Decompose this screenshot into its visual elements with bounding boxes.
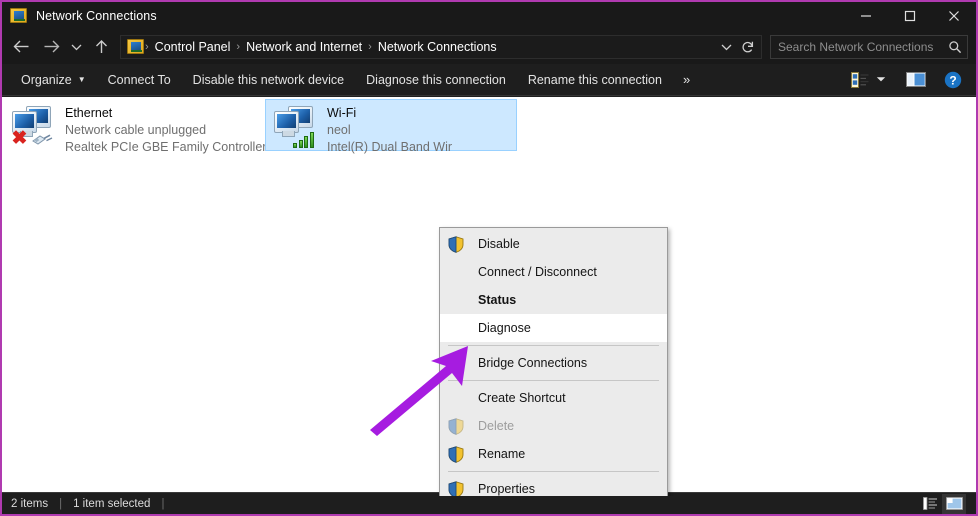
close-button[interactable] [932, 2, 976, 29]
diagnose-this-connection-button[interactable]: Diagnose this connection [355, 64, 517, 95]
list-item-wifi[interactable]: Wi-Fi neol Intel(R) Dual Band Wir [265, 99, 517, 151]
list-item-ethernet[interactable]: ✖ Ethernet Network cable unplugged Realt… [4, 100, 258, 152]
maximize-button[interactable] [888, 2, 932, 29]
command-overflow-button[interactable]: » [673, 64, 699, 95]
status-divider: | [161, 498, 164, 510]
menu-icon-slot-empty [448, 318, 474, 338]
tiles-view-icon[interactable] [942, 494, 966, 514]
menu-item-label: Bridge Connections [474, 356, 587, 370]
menu-item-bridge-connections[interactable]: Bridge Connections [440, 349, 667, 377]
chevron-down-icon: ▼ [78, 76, 86, 84]
menu-item-delete: Delete [440, 412, 667, 440]
control-panel-icon [127, 39, 143, 54]
shield-icon [448, 416, 474, 436]
change-view-chevron-down-icon[interactable] [874, 64, 894, 95]
search-box[interactable] [770, 35, 968, 59]
preview-pane-icon[interactable] [894, 64, 938, 95]
shield-icon [448, 444, 474, 464]
breadcrumb[interactable]: › Control Panel › Network and Internet ›… [120, 35, 762, 59]
signal-bars-icon [293, 130, 317, 148]
search-input[interactable] [771, 36, 943, 58]
title-bar: Network Connections [2, 2, 976, 29]
connection-status: Network cable unplugged [65, 122, 252, 139]
connect-to-button[interactable]: Connect To [97, 64, 182, 95]
menu-item-connect-disconnect[interactable]: Connect / Disconnect [440, 258, 667, 286]
context-menu: Disable Connect / Disconnect Status Diag… [439, 227, 668, 496]
network-connections-icon [10, 8, 27, 24]
connection-name: Wi-Fi [327, 105, 452, 122]
menu-icon-slot-empty [448, 290, 474, 310]
menu-item-label: Disable [474, 237, 520, 251]
change-view-icon[interactable] [846, 64, 874, 95]
menu-separator [448, 345, 659, 346]
menu-item-status[interactable]: Status [440, 286, 667, 314]
window-title: Network Connections [36, 9, 157, 23]
disable-device-label: Disable this network device [193, 73, 344, 87]
connection-adapter: Realtek PCIe GBE Family Controller [65, 139, 252, 156]
menu-item-label: Properties [474, 482, 535, 496]
breadcrumb-item-network-connections[interactable]: Network Connections [372, 40, 503, 54]
unplugged-cable-icon [31, 132, 53, 146]
connection-adapter: Intel(R) Dual Band Wir [327, 139, 452, 156]
breadcrumb-item-network-and-internet[interactable]: Network and Internet [240, 40, 368, 54]
wifi-adapter-icon [271, 104, 319, 148]
forward-arrow-icon[interactable] [36, 32, 66, 62]
menu-item-rename[interactable]: Rename [440, 440, 667, 468]
connection-status: neol [327, 122, 452, 139]
rename-this-connection-button[interactable]: Rename this connection [517, 64, 673, 95]
organize-label: Organize [21, 73, 72, 87]
organize-button[interactable]: Organize ▼ [10, 64, 97, 95]
shield-icon [448, 479, 474, 496]
details-view-icon[interactable] [918, 494, 942, 514]
shield-icon [448, 353, 474, 373]
wifi-text-block: Wi-Fi neol Intel(R) Dual Band Wir [327, 104, 452, 156]
search-icon[interactable] [943, 36, 967, 58]
menu-item-label: Diagnose [474, 321, 531, 335]
menu-item-properties[interactable]: Properties [440, 475, 667, 496]
disable-this-network-device-button[interactable]: Disable this network device [182, 64, 355, 95]
back-arrow-icon[interactable] [6, 32, 36, 62]
connection-name: Ethernet [65, 105, 252, 122]
menu-item-disable[interactable]: Disable [440, 230, 667, 258]
item-count-label: 2 items [11, 498, 48, 510]
explorer-window: Network Connections [0, 0, 978, 516]
svg-text:?: ? [949, 73, 956, 87]
shield-icon [448, 234, 474, 254]
menu-item-label: Create Shortcut [474, 391, 566, 405]
window-controls [844, 2, 976, 29]
refresh-icon[interactable] [737, 36, 759, 58]
ethernet-adapter-icon: ✖ [9, 104, 57, 148]
menu-item-label: Delete [474, 419, 514, 433]
red-x-icon: ✖ [11, 131, 28, 148]
menu-item-create-shortcut[interactable]: Create Shortcut [440, 384, 667, 412]
menu-icon-slot-empty [448, 262, 474, 282]
connect-to-label: Connect To [108, 73, 171, 87]
help-icon[interactable]: ? [938, 64, 976, 95]
selection-label: 1 item selected [73, 498, 150, 510]
menu-separator [448, 471, 659, 472]
connections-list: ✖ Ethernet Network cable unplugged Realt… [2, 97, 976, 496]
ethernet-text-block: Ethernet Network cable unplugged Realtek… [65, 104, 252, 156]
menu-separator [448, 380, 659, 381]
address-bar: › Control Panel › Network and Internet ›… [2, 29, 976, 64]
recent-locations-chevron-down-icon[interactable] [66, 32, 86, 62]
breadcrumb-item-control-panel[interactable]: Control Panel [149, 40, 237, 54]
breadcrumb-tail [715, 36, 759, 58]
minimize-button[interactable] [844, 2, 888, 29]
status-divider: | [59, 498, 62, 510]
menu-item-label: Rename [474, 447, 525, 461]
up-arrow-icon[interactable] [86, 32, 116, 62]
menu-icon-slot-empty [448, 388, 474, 408]
command-bar: Organize ▼ Connect To Disable this netwo… [2, 64, 976, 96]
menu-item-label: Status [474, 293, 516, 307]
menu-item-label: Connect / Disconnect [474, 265, 597, 279]
rename-connection-label: Rename this connection [528, 73, 662, 87]
diagnose-connection-label: Diagnose this connection [366, 73, 506, 87]
menu-item-diagnose[interactable]: Diagnose [440, 314, 667, 342]
address-chevron-down-icon[interactable] [715, 36, 737, 58]
